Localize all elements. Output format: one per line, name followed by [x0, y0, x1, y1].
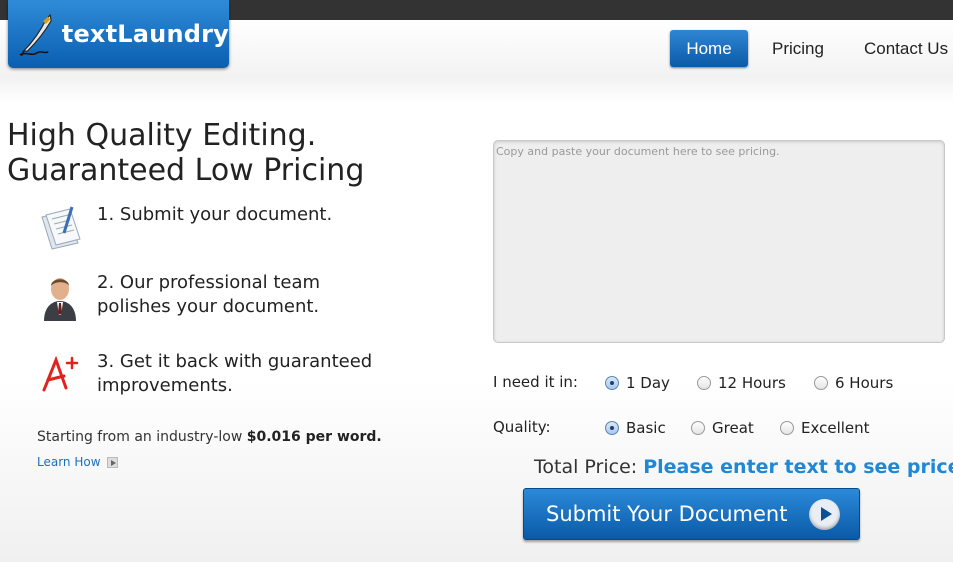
turnaround-12-hours[interactable]: 12 Hours: [697, 374, 786, 392]
step-3-text-line-1: 3. Get it back with guaranteed: [97, 351, 373, 372]
headline-line-2: Guaranteed Low Pricing: [7, 153, 365, 188]
document-textarea[interactable]: [493, 140, 945, 343]
logo[interactable]: textLaundry: [8, 0, 229, 68]
step-submit: 1. Submit your document.: [36, 203, 332, 253]
turnaround-1-day-label: 1 Day: [626, 374, 670, 392]
nav-contact-us[interactable]: Contact Us: [864, 30, 948, 67]
submit-document-label: Submit Your Document: [546, 502, 788, 526]
quality-basic[interactable]: Basic: [605, 419, 666, 437]
total-price: Total Price: Please enter text to see pr…: [534, 456, 953, 478]
step-improvements: 3. Get it back with guaranteed improveme…: [36, 350, 372, 400]
document-icon: [41, 206, 81, 250]
radio-selected-icon: [605, 421, 619, 435]
headline-line-1: High Quality Editing.: [7, 118, 317, 153]
a-plus-grade-icon: [42, 355, 79, 392]
play-arrow-icon: [809, 499, 840, 530]
submit-document-button[interactable]: Submit Your Document: [523, 488, 860, 540]
step-polish: 2. Our professional team polishes your d…: [36, 271, 320, 321]
total-price-value: Please enter text to see price: [643, 456, 953, 478]
quality-basic-label: Basic: [626, 419, 666, 437]
nav-pricing[interactable]: Pricing: [772, 30, 824, 67]
nav-home[interactable]: Home: [670, 30, 748, 67]
step-3-text-line-2: improvements.: [97, 375, 233, 396]
total-price-label: Total Price:: [534, 456, 644, 478]
turnaround-6-hours-label: 6 Hours: [835, 374, 894, 392]
step-1-text: 1. Submit your document.: [97, 204, 333, 225]
radio-selected-icon: [605, 376, 619, 390]
quality-label: Quality:: [493, 418, 551, 436]
pricing-note: Starting from an industry-low $0.016 per…: [37, 429, 382, 445]
learn-how-label: Learn How: [37, 455, 101, 469]
turnaround-label: I need it in:: [493, 373, 578, 391]
step-2-text-line-1: 2. Our professional team: [97, 272, 321, 293]
logo-text: textLaundry: [61, 20, 229, 48]
step-2-text-line-2: polishes your document.: [97, 296, 320, 317]
quality-excellent[interactable]: Excellent: [780, 419, 870, 437]
learn-how-link[interactable]: Learn How: [37, 455, 118, 469]
radio-icon: [697, 376, 711, 390]
quality-great[interactable]: Great: [691, 419, 754, 437]
radio-icon: [814, 376, 828, 390]
radio-icon: [691, 421, 705, 435]
quality-excellent-label: Excellent: [801, 419, 870, 437]
pricing-note-prefix: Starting from an industry-low: [37, 429, 247, 445]
arrow-right-icon: [106, 456, 118, 468]
page-headline: High Quality Editing. Guaranteed Low Pri…: [7, 118, 364, 188]
turnaround-12-hours-label: 12 Hours: [718, 374, 786, 392]
radio-icon: [780, 421, 794, 435]
turnaround-6-hours[interactable]: 6 Hours: [814, 374, 893, 392]
quality-great-label: Great: [712, 419, 754, 437]
professional-person-icon: [44, 278, 76, 321]
turnaround-1-day[interactable]: 1 Day: [605, 374, 670, 392]
pricing-note-price: $0.016 per word.: [246, 429, 382, 445]
pen-icon: [19, 13, 52, 57]
